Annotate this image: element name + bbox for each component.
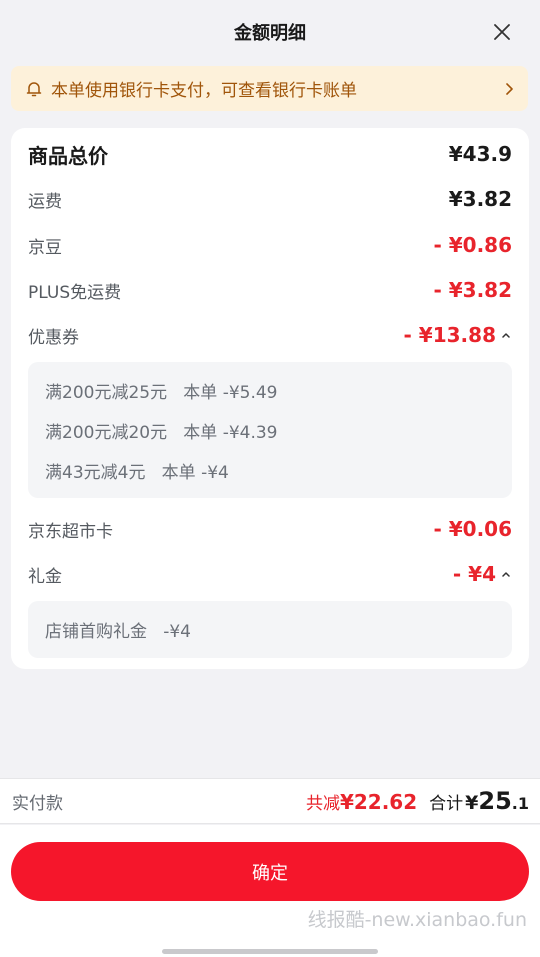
gift-label: 礼金 [28,566,62,587]
notice-text: 本单使用银行卡支付，可查看银行卡账单 [51,81,357,101]
coupon-toggle[interactable]: - ¥13.88 [404,323,512,347]
sum-label: 合计 [429,794,464,814]
chevron-up-icon [500,329,512,341]
bank-card-notice[interactable]: 本单使用银行卡支付，可查看银行卡账单 [11,66,528,111]
coupon-breakdown: 满200元减25元 本单 -¥5.49 满200元减20元 本单 -¥4.39 … [28,362,512,498]
watermark: 线报酷-new.xianbao.fun [307,909,527,931]
header: 金额明细 [0,0,540,64]
market-card-value: - ¥0.06 [433,517,512,541]
jingdou-row: 京豆 - ¥0.86 [28,230,512,260]
close-icon[interactable] [493,23,511,41]
amount-detail-card: 商品总价 ¥43.9 运费 ¥3.82 京豆 - ¥0.86 PLUS免运费 -… [11,128,529,669]
gift-item: 店铺首购礼金 -¥4 [45,622,191,642]
total-price-value: ¥43.9 [448,142,512,166]
paid-label: 实付款 [12,793,63,814]
coupon-label: 优惠券 [28,327,79,348]
home-indicator [162,949,378,954]
shipping-row: 运费 ¥3.82 [28,184,512,214]
coupon-item: 满43元减4元 本单 -¥4 [45,463,229,483]
totals: 共减 ¥22.62 合计 ¥ 25 .1 [306,787,529,815]
gift-row[interactable]: 礼金 - ¥4 [28,559,512,589]
jingdou-value: - ¥0.86 [433,233,512,257]
chevron-up-icon [500,568,512,580]
plus-value: - ¥3.82 [433,278,512,302]
shipping-value: ¥3.82 [448,187,512,211]
confirm-button[interactable]: 确定 [11,842,529,901]
payment-summary-bar: 实付款 共减 ¥22.62 合计 ¥ 25 .1 [0,778,540,824]
gift-breakdown: 店铺首购礼金 -¥4 [28,601,512,658]
bell-icon [25,80,43,98]
shipping-label: 运费 [28,191,62,212]
close-button[interactable] [490,20,514,44]
coupon-row[interactable]: 优惠券 - ¥13.88 [28,320,512,350]
chevron-right-icon [502,82,516,96]
page-title: 金额明细 [234,23,306,44]
bottom-area: 确定 线报酷-new.xianbao.fun [0,825,540,957]
sum-integer: 25 [478,787,512,815]
sum-currency: ¥ [465,792,479,814]
sum-decimal: .1 [511,794,529,813]
plus-label: PLUS免运费 [28,282,122,303]
total-price-row: 商品总价 ¥43.9 [28,138,512,170]
plus-free-shipping-row: PLUS免运费 - ¥3.82 [28,275,512,305]
gift-value: - ¥4 [452,562,496,586]
market-card-row: 京东超市卡 - ¥0.06 [28,514,512,544]
total-price-label: 商品总价 [28,143,108,168]
coupon-item: 满200元减25元 本单 -¥5.49 [45,383,278,403]
reduce-label: 共减 [305,794,340,814]
jingdou-label: 京豆 [28,237,62,258]
coupon-item: 满200元减20元 本单 -¥4.39 [45,423,278,443]
reduce-value: ¥22.62 [339,790,418,814]
market-card-label: 京东超市卡 [28,521,113,542]
gift-toggle[interactable]: - ¥4 [453,562,512,586]
coupon-value: - ¥13.88 [403,323,496,347]
